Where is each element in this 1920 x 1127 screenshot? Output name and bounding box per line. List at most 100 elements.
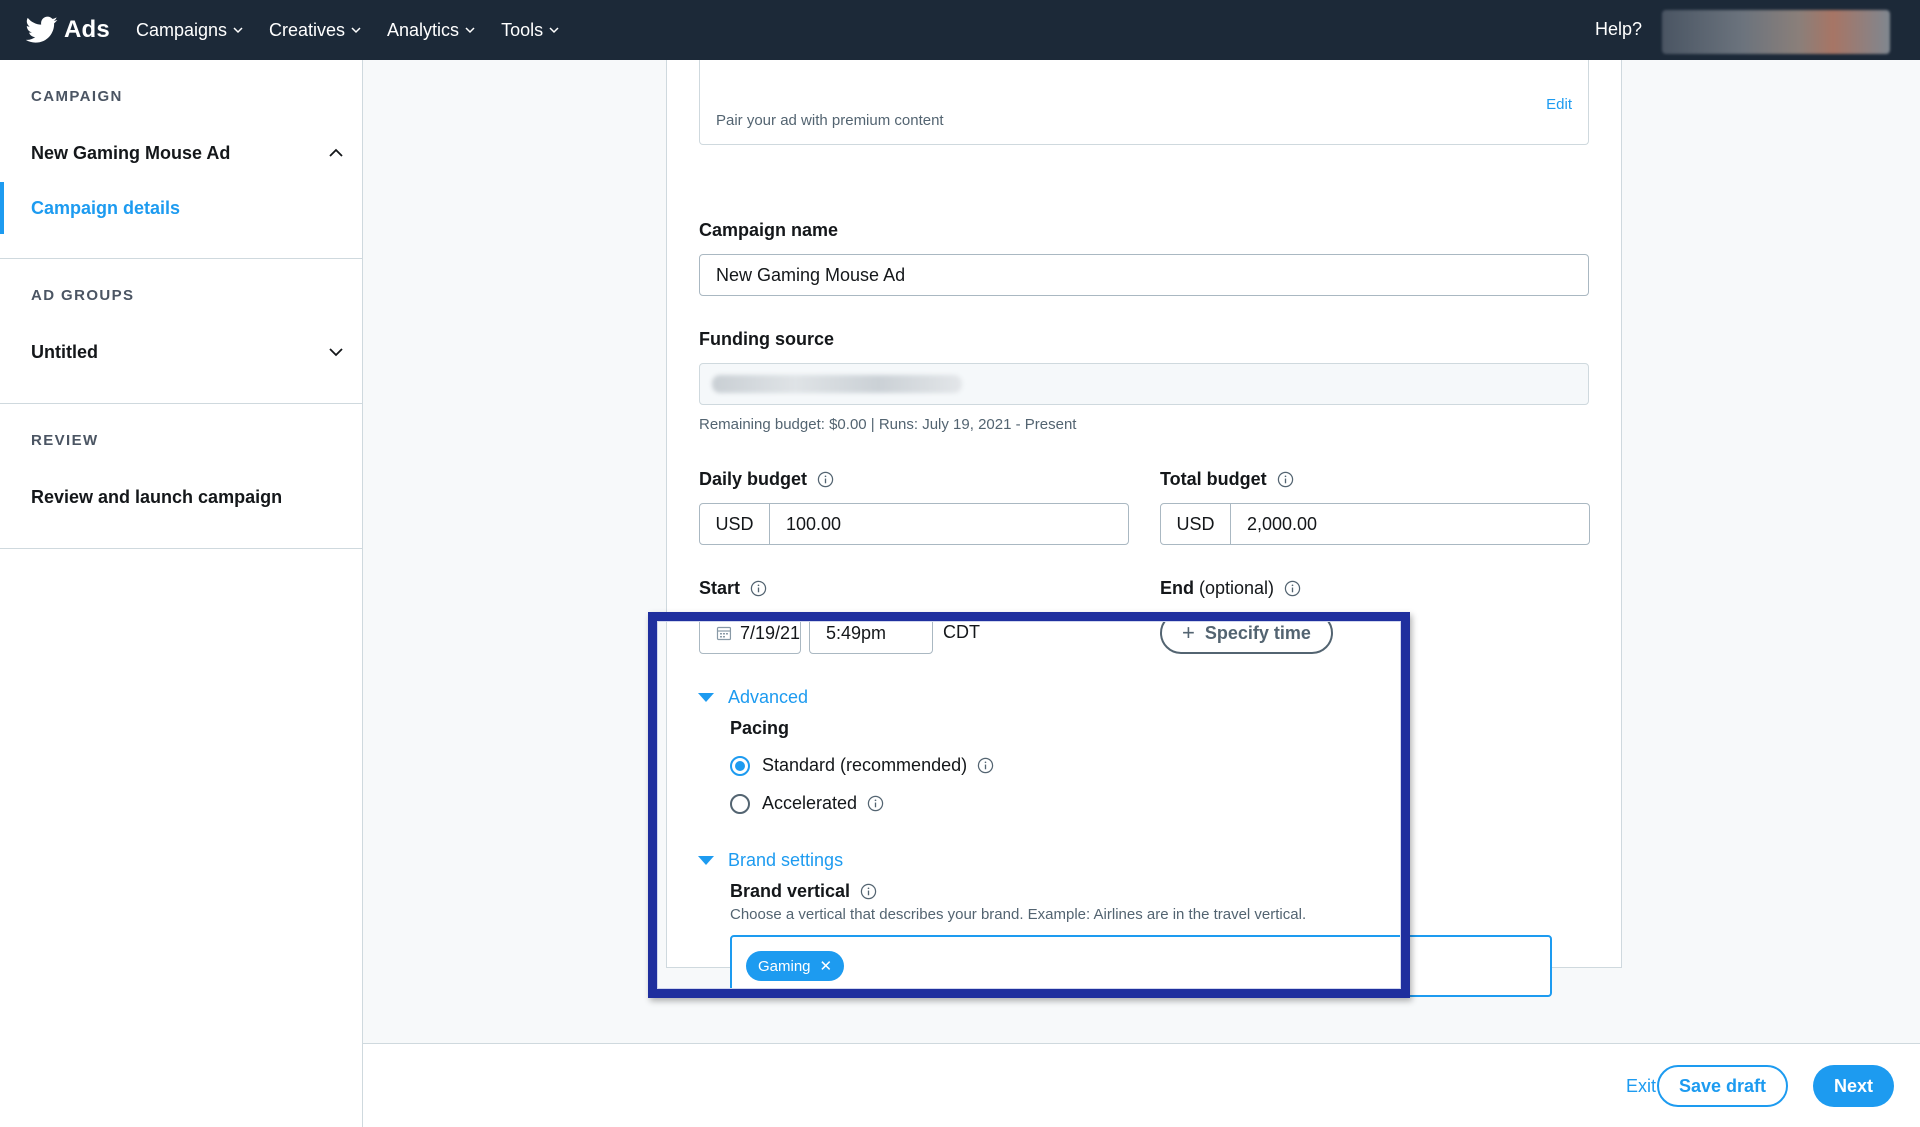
sidebar-heading-review: REVIEW xyxy=(31,432,99,449)
top-nav-bar: Ads Campaigns Creatives Analytics Tools … xyxy=(0,0,1920,60)
info-icon[interactable] xyxy=(977,757,994,774)
campaign-name-label-text: Campaign name xyxy=(699,220,839,240)
main-content: Edit Pair your ad with premium content C… xyxy=(363,60,1920,1043)
funding-source-select[interactable] xyxy=(699,363,1589,405)
sidebar-heading-ad-groups: AD GROUPS xyxy=(31,287,135,304)
start-time-value: 5:49pm xyxy=(826,622,887,643)
funding-source-redacted xyxy=(712,375,962,393)
campaign-name-label: Campaign name xyxy=(699,220,838,241)
brand-vertical-input[interactable]: Gaming ✕ xyxy=(730,935,1552,997)
caret-down-icon xyxy=(698,856,714,865)
logo-text: Ads xyxy=(64,16,110,43)
advanced-toggle[interactable]: Advanced xyxy=(698,687,808,708)
chevron-down-icon xyxy=(329,348,343,357)
start-label-text: Start xyxy=(699,578,741,598)
info-icon[interactable] xyxy=(1284,580,1301,597)
calendar-icon xyxy=(716,626,732,641)
pacing-accelerated-label: Accelerated xyxy=(762,793,858,813)
nav-tools-label: Tools xyxy=(501,19,544,40)
daily-budget-label: Daily budget xyxy=(699,469,834,490)
daily-budget-value: 100.00 xyxy=(786,513,842,534)
main-nav: Campaigns Creatives Analytics Tools xyxy=(136,20,585,41)
daily-budget-input[interactable]: USD 100.00 xyxy=(699,503,1129,545)
start-time-input[interactable]: 5:49pm xyxy=(809,612,933,654)
sidebar-ad-groups-section: AD GROUPS Untitled xyxy=(0,259,362,404)
info-icon[interactable] xyxy=(817,471,834,488)
campaign-form-card: Edit Pair your ad with premium content C… xyxy=(666,60,1622,997)
sidebar-ad-group-name: Untitled xyxy=(31,341,98,362)
specify-time-label: Specify time xyxy=(1204,622,1311,643)
specify-time-button[interactable]: + Specify time xyxy=(1160,612,1333,654)
chevron-up-icon xyxy=(329,148,343,157)
nav-campaigns[interactable]: Campaigns xyxy=(136,20,243,41)
total-budget-label-text: Total budget xyxy=(1160,469,1267,489)
chevron-down-icon xyxy=(233,27,243,34)
nav-analytics-label: Analytics xyxy=(387,19,460,40)
brand-settings-label: Brand settings xyxy=(728,850,844,870)
caret-down-icon xyxy=(698,693,714,702)
sidebar-campaign-toggle[interactable]: New Gaming Mouse Ad xyxy=(0,124,362,182)
brand-vertical-tag: Gaming ✕ xyxy=(746,951,845,981)
end-optional-text: (optional) xyxy=(1199,578,1275,598)
end-label-text: End xyxy=(1160,578,1194,598)
next-button[interactable]: Next xyxy=(1812,1065,1894,1107)
brand-vertical-helper: Choose a vertical that describes your br… xyxy=(730,906,1307,923)
pacing-option-accelerated[interactable]: Accelerated xyxy=(730,793,884,814)
funding-source-label-text: Funding source xyxy=(699,329,834,349)
nav-creatives[interactable]: Creatives xyxy=(269,20,361,41)
sidebar-ad-group-toggle[interactable]: Untitled xyxy=(0,323,362,381)
sidebar-campaign-name: New Gaming Mouse Ad xyxy=(31,142,231,163)
chevron-down-icon xyxy=(465,27,475,34)
nav-creatives-label: Creatives xyxy=(269,19,346,40)
info-icon[interactable] xyxy=(1277,471,1294,488)
premium-content-box: Edit Pair your ad with premium content xyxy=(699,60,1589,145)
total-budget-input[interactable]: USD 2,000.00 xyxy=(1160,503,1590,545)
info-icon[interactable] xyxy=(860,883,877,900)
total-currency: USD xyxy=(1161,504,1231,544)
pair-text: Pair your ad with premium content xyxy=(716,112,944,129)
advanced-label: Advanced xyxy=(728,687,809,707)
remove-tag-icon[interactable]: ✕ xyxy=(820,957,833,975)
brand-settings-toggle[interactable]: Brand settings xyxy=(698,850,843,871)
campaign-name-input[interactable]: New Gaming Mouse Ad xyxy=(699,254,1589,296)
brand-vertical-label: Brand vertical xyxy=(730,881,877,902)
sidebar-review-label: Review and launch campaign xyxy=(31,486,283,507)
ads-logo[interactable]: Ads xyxy=(26,16,110,44)
total-budget-label: Total budget xyxy=(1160,469,1294,490)
radio-selected-icon[interactable] xyxy=(730,755,750,776)
brand-vertical-tag-label: Gaming xyxy=(758,957,811,975)
nav-tools[interactable]: Tools xyxy=(501,20,559,41)
funding-helper-text: Remaining budget: $0.00 | Runs: July 19,… xyxy=(699,416,1077,433)
info-icon[interactable] xyxy=(750,580,767,597)
sidebar-item-campaign-details[interactable]: Campaign details xyxy=(0,182,362,234)
info-icon[interactable] xyxy=(867,795,884,812)
nav-campaigns-label: Campaigns xyxy=(135,19,227,40)
sidebar-item-review-launch[interactable]: Review and launch campaign xyxy=(0,468,362,526)
pacing-standard-label: Standard (recommended) xyxy=(762,755,968,775)
chevron-down-icon xyxy=(351,27,361,34)
end-label: End (optional) xyxy=(1160,578,1301,599)
help-link[interactable]: Help? xyxy=(1595,19,1642,40)
sidebar-campaign-section: CAMPAIGN New Gaming Mouse Ad Campaign de… xyxy=(0,60,362,259)
sidebar: CAMPAIGN New Gaming Mouse Ad Campaign de… xyxy=(0,60,363,1127)
twitter-bird-icon xyxy=(26,16,58,43)
footer-bar: Exit Save draft Next xyxy=(363,1043,1920,1127)
nav-analytics[interactable]: Analytics xyxy=(387,20,475,41)
funding-source-label: Funding source xyxy=(699,329,834,350)
brand-vertical-label-text: Brand vertical xyxy=(730,881,851,901)
plus-icon: + xyxy=(1182,620,1195,645)
daily-budget-label-text: Daily budget xyxy=(699,469,808,489)
start-label: Start xyxy=(699,578,767,599)
save-draft-button[interactable]: Save draft xyxy=(1656,1065,1788,1107)
start-date-input[interactable]: 7/19/21 xyxy=(699,612,801,654)
account-switcher[interactable] xyxy=(1662,10,1890,54)
sidebar-heading-campaign: CAMPAIGN xyxy=(31,88,123,105)
exit-link[interactable]: Exit xyxy=(1626,1076,1656,1097)
campaign-name-value: New Gaming Mouse Ad xyxy=(716,264,906,285)
pacing-label: Pacing xyxy=(730,718,790,738)
pacing-option-standard[interactable]: Standard (recommended) xyxy=(730,755,994,776)
pair-edit-link[interactable]: Edit xyxy=(1546,96,1572,113)
timezone-label: CDT xyxy=(943,622,980,642)
radio-unselected-icon[interactable] xyxy=(730,793,750,814)
chevron-down-icon xyxy=(549,27,559,34)
